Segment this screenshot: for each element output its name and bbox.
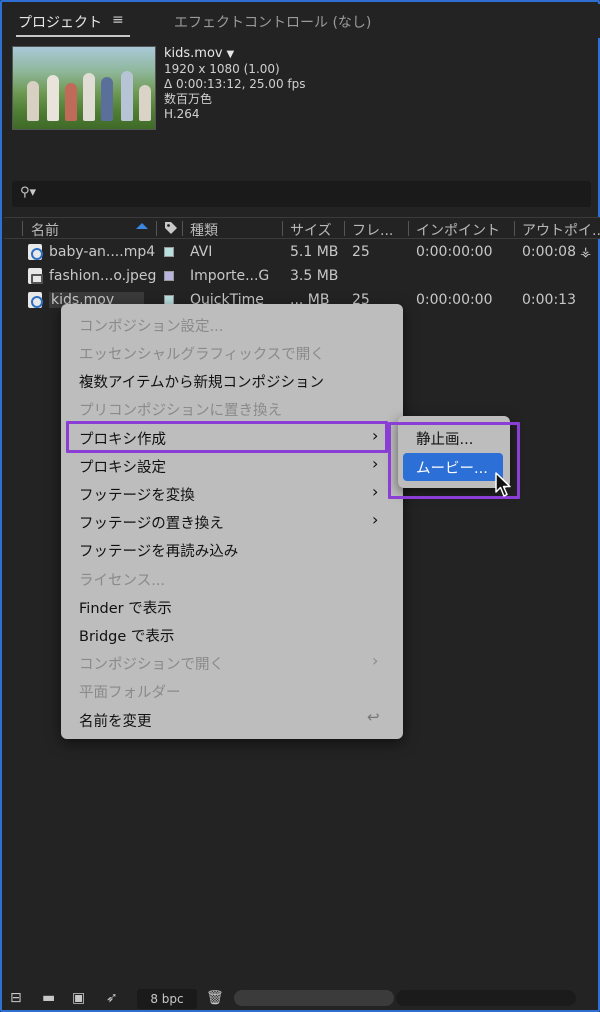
video-file-icon [28, 292, 43, 308]
column-header-in-point[interactable]: インポイント [416, 220, 500, 240]
column-header-name[interactable]: 名前 [31, 220, 59, 240]
row-frame: 25 [352, 244, 370, 260]
menu-item-label: エッセンシャルグラフィックスで開く [79, 347, 325, 363]
interpret-footage-icon[interactable]: ⊟ [10, 990, 22, 1006]
preview-filename: kids.mov [164, 46, 223, 61]
context-menu: コンポジション設定... エッセンシャルグラフィックスで開く 複数アイテムから新… [61, 304, 403, 739]
column-header-out-point[interactable]: アウトポイ... [522, 220, 600, 240]
menu-item-label: プリコンポジションに置き換え [79, 403, 282, 419]
menu-item-replace-footage[interactable]: フッテージの置き換え › [61, 507, 403, 535]
menu-item-interpret-footage[interactable]: フッテージを変換 › [61, 479, 403, 507]
preview-thumbnail [12, 46, 156, 130]
menu-item-label: フッテージを再読み込み [79, 544, 239, 560]
menu-item-label: 平面フォルダー [79, 685, 181, 701]
column-header-size[interactable]: サイズ [290, 220, 332, 240]
sort-ascending-icon[interactable] [136, 223, 148, 229]
menu-item-label: Bridge で表示 [79, 629, 175, 645]
video-file-icon [28, 244, 43, 260]
column-separator[interactable] [22, 221, 23, 236]
menu-item-reload-footage[interactable]: フッテージを再読み込み [61, 535, 403, 563]
menu-item-solids-folder[interactable]: 平面フォルダー [61, 676, 403, 704]
tab-project[interactable]: プロジェクト [18, 12, 102, 32]
menu-item-reveal-in-bridge[interactable]: Bridge で表示 [61, 620, 403, 648]
row-out-point: 0:00:08 [522, 244, 576, 260]
row-type: Importe...G [190, 268, 270, 284]
horizontal-scrollbar-thumb[interactable] [234, 990, 394, 1006]
column-separator[interactable] [282, 221, 283, 236]
mouse-cursor-icon [495, 472, 511, 497]
row-size: 3.5 MB [290, 268, 339, 284]
menu-item-label: プロキシ設定 [79, 460, 166, 476]
panel-menu-icon[interactable]: ≡ [112, 12, 124, 28]
column-separator[interactable] [182, 221, 183, 236]
row-size: 5.1 MB [290, 244, 339, 260]
menu-item-label: ライセンス... [79, 573, 166, 589]
column-separator[interactable] [514, 221, 515, 236]
flowchart-icon[interactable]: ⚶ [580, 245, 591, 260]
search-input[interactable]: ⚲▾ [12, 181, 591, 207]
label-color-swatch[interactable] [164, 247, 174, 257]
label-tag-icon[interactable] [164, 221, 178, 235]
preview-duration: Δ 0:00:13:12, 25.00 fps [164, 77, 306, 91]
tab-project-underline [16, 35, 130, 37]
column-header-type[interactable]: 種類 [190, 220, 218, 240]
menu-item-open-essential-graphics[interactable]: エッセンシャルグラフィックスで開く [61, 338, 403, 366]
table-row[interactable]: baby-an....mp4 AVI 5.1 MB 25 0:00:00:00 … [4, 240, 600, 264]
menu-item-label: 複数アイテムから新規コンポジション [79, 375, 325, 391]
column-separator[interactable] [156, 221, 157, 236]
preview-info: kids.mov ▼ 1920 x 1080 (1.00) Δ 0:00:13:… [164, 46, 306, 122]
column-separator[interactable] [344, 221, 345, 236]
panel-tabs: プロジェクト ≡ エフェクトコントロール (なし) [4, 4, 600, 38]
menu-item-label: コンポジション設定... [79, 319, 224, 335]
row-name: baby-an....mp4 [49, 244, 156, 260]
table-header: 名前 種類 サイズ フレ... インポイント アウトポイ... [4, 217, 600, 239]
return-key-icon: ↩ [367, 708, 380, 726]
new-folder-icon[interactable]: ▬ [42, 990, 55, 1006]
tab-effect-controls[interactable]: エフェクトコントロール (なし) [174, 12, 371, 32]
preview-resolution: 1920 x 1080 (1.00) [164, 62, 280, 76]
column-header-frame[interactable]: フレ... [352, 220, 393, 240]
menu-item-label: Finder で表示 [79, 601, 172, 617]
menu-item-label: コンポジションで開く [79, 657, 224, 673]
row-name: fashion...o.jpeg [49, 268, 157, 284]
preview-name-row[interactable]: kids.mov ▼ [164, 46, 306, 62]
preview-dropdown-icon[interactable]: ▼ [226, 49, 234, 60]
menu-item-label: 名前を変更 [79, 714, 152, 730]
row-out-point: 0:00:13 [522, 292, 576, 308]
menu-item-composition-settings[interactable]: コンポジション設定... [61, 310, 403, 338]
menu-item-reveal-in-finder[interactable]: Finder で表示 [61, 592, 403, 620]
chevron-right-icon: › [372, 482, 379, 501]
menu-item-open-in-composition[interactable]: コンポジションで開く › [61, 648, 403, 676]
chevron-right-icon: › [372, 651, 379, 670]
trash-icon[interactable]: 🗑 [206, 990, 224, 1006]
bit-depth-button[interactable]: 8 bpc [137, 989, 197, 1009]
column-separator[interactable] [408, 221, 409, 236]
row-type: AVI [190, 244, 213, 260]
menu-item-label: フッテージを変換 [79, 488, 195, 504]
label-color-swatch[interactable] [164, 271, 174, 281]
search-icon[interactable]: ⚲▾ [20, 185, 36, 200]
project-flowchart-icon[interactable]: ➶ [106, 990, 118, 1006]
row-in-point: 0:00:00:00 [416, 244, 493, 260]
row-in-point: 0:00:00:00 [416, 292, 493, 308]
menu-item-rename[interactable]: 名前を変更 ↩ [61, 705, 403, 733]
menu-item-new-comp-from-selection[interactable]: 複数アイテムから新規コンポジション [61, 366, 403, 394]
table-row[interactable]: fashion...o.jpeg Importe...G 3.5 MB [4, 264, 600, 288]
bottom-toolbar: ⊟ ▬ ▣ ➶ 8 bpc 🗑 [4, 986, 600, 1010]
preview-codec: H.264 [164, 107, 200, 121]
preview-colors: 数百万色 [164, 92, 213, 106]
menu-item-set-proxy[interactable]: プロキシ設定 › [61, 451, 403, 479]
chevron-right-icon: › [372, 454, 379, 473]
chevron-right-icon: › [372, 510, 379, 529]
new-composition-icon[interactable]: ▣ [72, 990, 85, 1006]
menu-item-license[interactable]: ライセンス... [61, 564, 403, 592]
menu-item-replace-precomp[interactable]: プリコンポジションに置き換え [61, 394, 403, 422]
horizontal-scrollbar-track[interactable] [396, 990, 576, 1006]
annotation-highlight-box [66, 421, 388, 453]
menu-item-label: フッテージの置き換え [79, 516, 224, 532]
image-file-icon [28, 268, 43, 284]
